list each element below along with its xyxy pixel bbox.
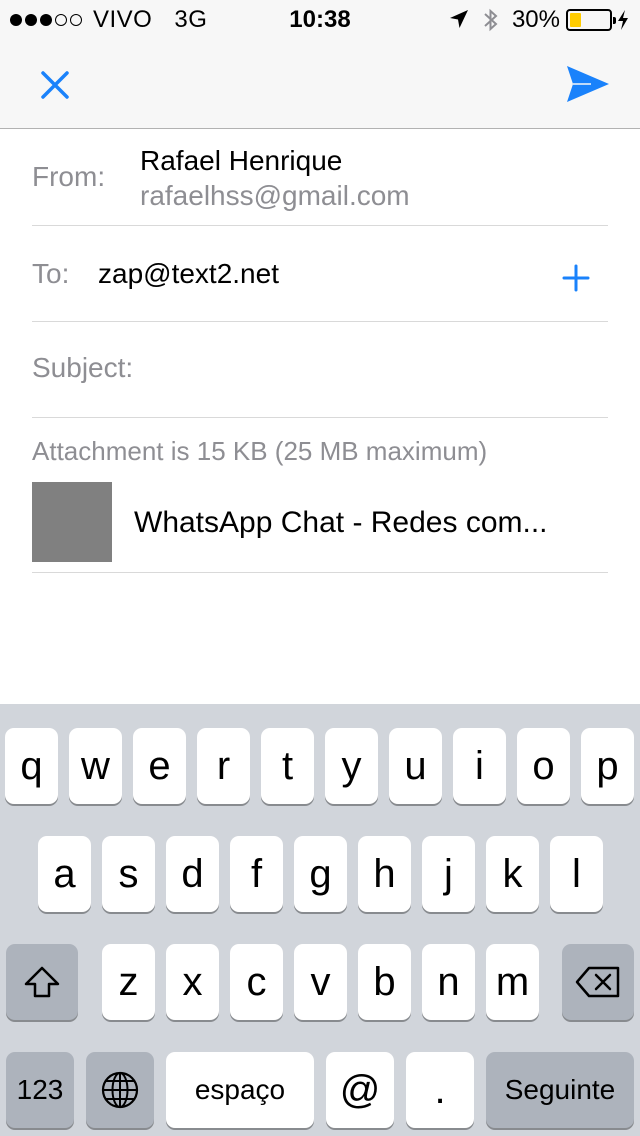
backspace-key[interactable]	[562, 944, 634, 1020]
key-s[interactable]: s	[102, 836, 155, 912]
key-t[interactable]: t	[261, 728, 314, 804]
add-recipient-button[interactable]	[558, 260, 594, 296]
key-r[interactable]: r	[197, 728, 250, 804]
key-p[interactable]: p	[581, 728, 634, 804]
key-c[interactable]: c	[230, 944, 283, 1020]
return-key[interactable]: Seguinte	[486, 1052, 634, 1128]
key-f[interactable]: f	[230, 836, 283, 912]
key-a[interactable]: a	[38, 836, 91, 912]
key-q[interactable]: q	[5, 728, 58, 804]
key-g[interactable]: g	[294, 836, 347, 912]
key-h[interactable]: h	[358, 836, 411, 912]
battery-nub	[613, 17, 616, 24]
battery-percent: 30%	[511, 6, 560, 33]
key-k[interactable]: k	[486, 836, 539, 912]
charging-icon	[618, 10, 628, 30]
key-d[interactable]: d	[166, 836, 219, 912]
key-x[interactable]: x	[166, 944, 219, 1020]
location-icon	[449, 10, 468, 28]
status-bar: VIVO 3G 10:38 30%	[0, 0, 640, 40]
to-label: To:	[32, 258, 70, 289]
from-label: From:	[32, 161, 106, 192]
key-w[interactable]: w	[69, 728, 122, 804]
battery-icon	[566, 9, 616, 31]
key-j[interactable]: j	[422, 836, 475, 912]
close-icon	[41, 71, 69, 99]
attachment-size-info: Attachment is 15 KB (25 MB maximum)	[32, 436, 488, 466]
from-name: Rafael Henrique	[140, 145, 343, 176]
shift-key[interactable]	[6, 944, 78, 1020]
key-i[interactable]: i	[453, 728, 506, 804]
at-key[interactable]: @	[326, 1052, 394, 1128]
shift-icon	[24, 966, 60, 998]
key-o[interactable]: o	[517, 728, 570, 804]
send-button[interactable]	[562, 60, 614, 108]
battery-level	[570, 13, 582, 27]
attachment-name[interactable]: WhatsApp Chat - Redes com...	[134, 506, 608, 540]
to-row: To: zap@text2.net	[32, 226, 608, 322]
key-l[interactable]: l	[550, 836, 603, 912]
from-email: rafaelhss@gmail.com	[140, 180, 410, 211]
key-u[interactable]: u	[389, 728, 442, 804]
send-icon	[567, 66, 609, 102]
close-button[interactable]	[32, 62, 78, 108]
globe-icon	[101, 1071, 139, 1109]
subject-label: Subject:	[32, 352, 134, 383]
key-b[interactable]: b	[358, 944, 411, 1020]
plus-icon	[562, 264, 590, 292]
key-m[interactable]: m	[486, 944, 539, 1020]
status-right: 30%	[448, 6, 630, 34]
from-row[interactable]: From: Rafael Henrique rafaelhss@gmail.co…	[32, 129, 608, 226]
dot-key[interactable]: .	[406, 1052, 474, 1128]
subject-input[interactable]	[148, 344, 608, 394]
key-n[interactable]: n	[422, 944, 475, 1020]
attachment-thumbnail[interactable]	[32, 482, 112, 562]
key-e[interactable]: e	[133, 728, 186, 804]
bluetooth-icon	[484, 8, 498, 32]
key-v[interactable]: v	[294, 944, 347, 1020]
subject-row: Subject:	[32, 322, 608, 418]
globe-key[interactable]	[86, 1052, 154, 1128]
to-field[interactable]: zap@text2.net	[98, 258, 279, 290]
numbers-key[interactable]: 123	[6, 1052, 74, 1128]
compose-nav-bar	[0, 40, 640, 129]
keyboard: q w e r t y u i o p a s d f g h j k l z …	[0, 704, 640, 1136]
backspace-icon	[575, 966, 620, 998]
key-z[interactable]: z	[102, 944, 155, 1020]
attachment-row: Attachment is 15 KB (25 MB maximum) What…	[32, 418, 608, 573]
key-y[interactable]: y	[325, 728, 378, 804]
space-key[interactable]: espaço	[166, 1052, 314, 1128]
